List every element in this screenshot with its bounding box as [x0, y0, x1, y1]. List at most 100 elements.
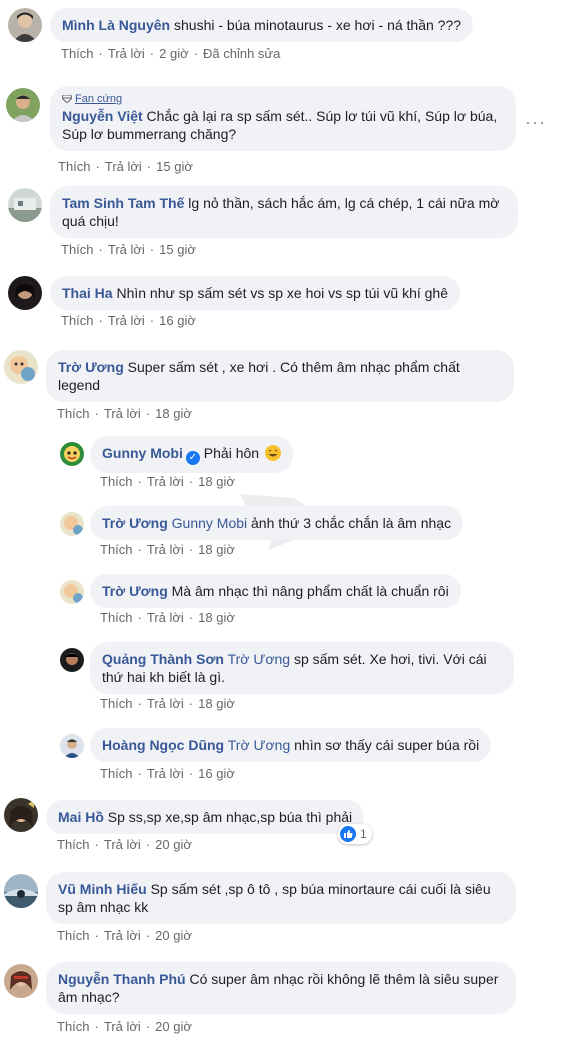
like-link[interactable]: Thích [100, 610, 133, 625]
comment-text: Mà âm nhạc thì nâng phẩm chất là chuẩn r… [171, 583, 449, 599]
comment-bubble: Hoàng Ngọc Dũng Trờ Ương nhìn sơ thấy cá… [90, 728, 492, 762]
comment-bubble: Tam Sinh Tam Thế lg nỏ thần, sách hắc ám… [50, 186, 518, 238]
more-options-icon[interactable]: ··· [525, 112, 546, 133]
comment-text: shushi - búa minotaurus - xe hơi - ná th… [174, 17, 462, 33]
comment-author[interactable]: Trờ Ương [102, 515, 168, 531]
like-link[interactable]: Thích [61, 46, 94, 61]
comment-actions: Thích · Trả lời · 18 giờ [100, 696, 235, 711]
reply-link[interactable]: Trả lời [108, 46, 145, 61]
like-link[interactable]: Thích [100, 474, 133, 489]
reply-link[interactable]: Trả lời [147, 542, 184, 557]
comment-actions: Thích · Trả lời · 20 giờ [57, 928, 192, 943]
comment: Mai Hồ Sp ss,sp xe,sp âm nhạc,sp búa thì… [0, 796, 572, 866]
avatar[interactable] [8, 276, 42, 310]
avatar[interactable] [8, 8, 42, 42]
grinning-emoji-icon [264, 445, 281, 461]
edited-label: Đã chỉnh sửa [202, 46, 281, 61]
like-reaction-icon [340, 826, 356, 842]
comment-time[interactable]: 18 giờ [198, 542, 235, 557]
comment-author[interactable]: Mình Là Nguyên [62, 17, 170, 33]
comment-time[interactable]: 16 giờ [159, 313, 196, 328]
comment-time[interactable]: 18 giờ [198, 696, 235, 711]
comment: Fan cứng Nguyễn Việt Chắc gà lại ra sp s… [0, 80, 572, 180]
mention-link[interactable]: Trờ Ương [228, 737, 290, 753]
comment: Mình Là Nguyên shushi - búa minotaurus -… [0, 0, 572, 70]
avatar[interactable] [6, 88, 40, 122]
comment-author[interactable]: Nguyễn Thanh Phú [58, 971, 186, 987]
comment-author[interactable]: Thai Ha [62, 285, 113, 301]
reaction-count[interactable]: 1 [338, 824, 372, 844]
like-link[interactable]: Thích [100, 542, 133, 557]
avatar[interactable] [4, 964, 38, 998]
like-link[interactable]: Thích [57, 1019, 90, 1034]
comment-author[interactable]: Gunny Mobi [102, 445, 183, 461]
comment-time[interactable]: 16 giờ [198, 766, 235, 781]
reply-link[interactable]: Trả lời [147, 474, 184, 489]
avatar[interactable] [4, 798, 38, 832]
mention-link[interactable]: Trờ Ương [228, 651, 290, 667]
reply-link[interactable]: Trả lời [104, 837, 141, 852]
like-link[interactable]: Thích [57, 837, 90, 852]
comment-time[interactable]: 18 giờ [198, 610, 235, 625]
comment-text: Sp ss,sp xe,sp âm nhạc,sp búa thì phải [107, 809, 353, 825]
avatar[interactable] [60, 734, 84, 758]
comment-time[interactable]: 15 giờ [159, 242, 196, 257]
comment-time[interactable]: 18 giờ [155, 406, 192, 421]
reply: Trờ Ương Mà âm nhạc thì nâng phẩm chất l… [0, 572, 572, 638]
avatar[interactable] [4, 350, 38, 384]
like-link[interactable]: Thích [100, 696, 133, 711]
like-link[interactable]: Thích [61, 313, 94, 328]
comment-author[interactable]: Trờ Ương [102, 583, 168, 599]
fan-badge-label[interactable]: Fan cứng [75, 93, 122, 105]
avatar[interactable] [8, 188, 42, 222]
reply-link[interactable]: Trả lời [147, 766, 184, 781]
comment-text: ảnh thứ 3 chắc chắn là âm nhạc [251, 515, 452, 531]
reply-link[interactable]: Trả lời [108, 313, 145, 328]
comment-author[interactable]: Mai Hồ [58, 809, 104, 825]
like-link[interactable]: Thích [57, 406, 90, 421]
comment-bubble: Vũ Minh Hiếu Sp sấm sét ,sp ô tô , sp bú… [46, 872, 516, 924]
verified-badge-icon: ✓ [185, 451, 200, 465]
like-link[interactable]: Thích [57, 928, 90, 943]
reply-link[interactable]: Trả lời [105, 159, 142, 174]
reply: Quảng Thành Sơn Trờ Ương sp sấm sét. Xe … [0, 640, 572, 724]
comment-author[interactable]: Tam Sinh Tam Thế [62, 195, 184, 211]
reply: Gunny Mobi ✓ Phải hôn Thích · Trả lời · 18 gi… [0, 434, 572, 494]
comment-author[interactable]: Quảng Thành Sơn [102, 651, 224, 667]
avatar[interactable] [60, 512, 84, 536]
comment-author[interactable]: Trờ Ương [58, 359, 124, 375]
comment-time[interactable]: 20 giờ [155, 837, 192, 852]
comment-time[interactable]: 2 giờ [159, 46, 189, 61]
comment-actions: Thích · Trả lời · 18 giờ [100, 610, 235, 625]
comment-actions: Thích · Trả lời · 18 giờ [100, 474, 235, 489]
avatar[interactable] [60, 580, 84, 604]
comment-author[interactable]: Vũ Minh Hiếu [58, 881, 147, 897]
avatar[interactable] [60, 442, 84, 466]
comment-author[interactable]: Nguyễn Việt [62, 108, 143, 124]
comment-time[interactable]: 20 giờ [155, 928, 192, 943]
like-link[interactable]: Thích [61, 242, 94, 257]
comment-time[interactable]: 20 giờ [155, 1019, 192, 1034]
comment-actions: Thích · Trả lời · 15 giờ [61, 242, 196, 257]
mention-link[interactable]: Gunny Mobi [172, 515, 247, 531]
comment: Vũ Minh Hiếu Sp sấm sét ,sp ô tô , sp bú… [0, 866, 572, 950]
reply-link[interactable]: Trả lời [108, 242, 145, 257]
like-link[interactable]: Thích [58, 159, 91, 174]
reply-link[interactable]: Trả lời [104, 928, 141, 943]
comment-bubble: Trờ Ương Gunny Mobi ảnh thứ 3 chắc chắn … [90, 506, 464, 540]
comment-bubble: Mai Hồ Sp ss,sp xe,sp âm nhạc,sp búa thì… [46, 800, 365, 834]
like-link[interactable]: Thích [100, 766, 133, 781]
comment-bubble: Trờ Ương Mà âm nhạc thì nâng phẩm chất l… [90, 574, 461, 608]
comment-author[interactable]: Hoàng Ngọc Dũng [102, 737, 224, 753]
comment-time[interactable]: 15 giờ [156, 159, 193, 174]
comment-text: Phải hôn [203, 445, 260, 461]
reply-link[interactable]: Trả lời [104, 406, 141, 421]
reply-link[interactable]: Trả lời [147, 696, 184, 711]
comment-actions: Thích · Trả lời · 20 giờ [57, 837, 192, 852]
avatar[interactable] [60, 648, 84, 672]
comment-actions: Thích · Trả lời · 20 giờ [57, 1019, 192, 1034]
avatar[interactable] [4, 874, 38, 908]
comment-time[interactable]: 18 giờ [198, 474, 235, 489]
reply-link[interactable]: Trả lời [104, 1019, 141, 1034]
reply-link[interactable]: Trả lời [147, 610, 184, 625]
